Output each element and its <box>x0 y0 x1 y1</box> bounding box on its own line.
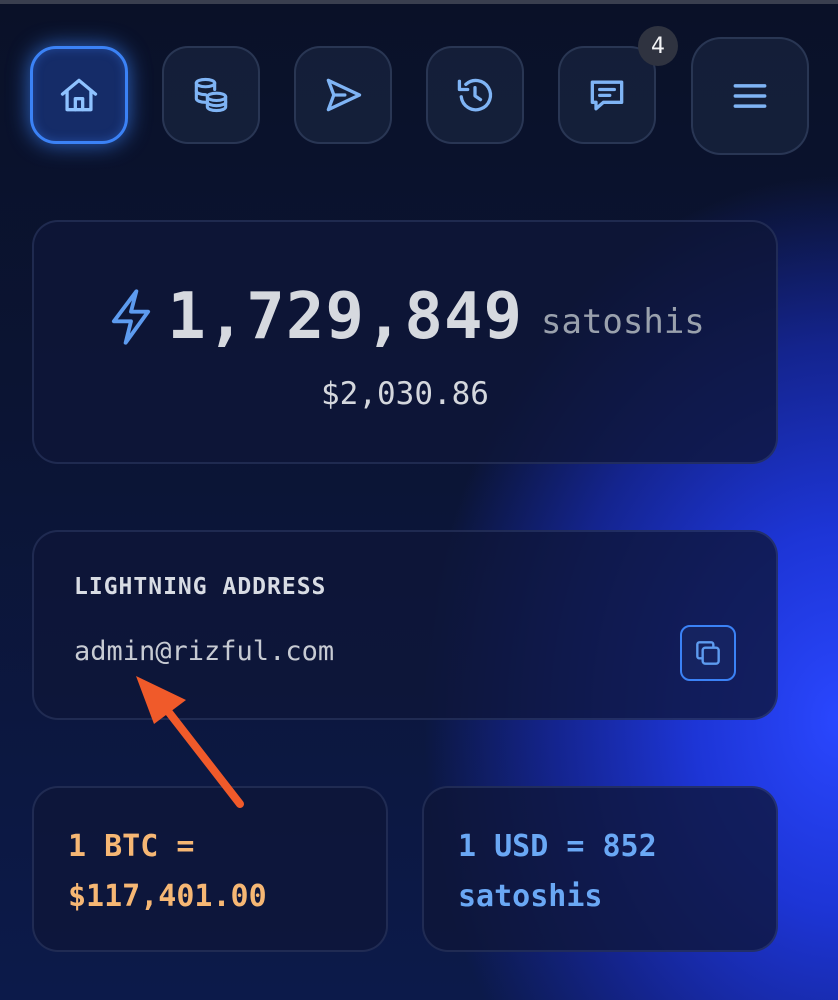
annotation-arrow-head <box>136 676 186 724</box>
annotation-arrow-shaft <box>160 702 244 808</box>
annotation-overlay <box>136 676 244 808</box>
